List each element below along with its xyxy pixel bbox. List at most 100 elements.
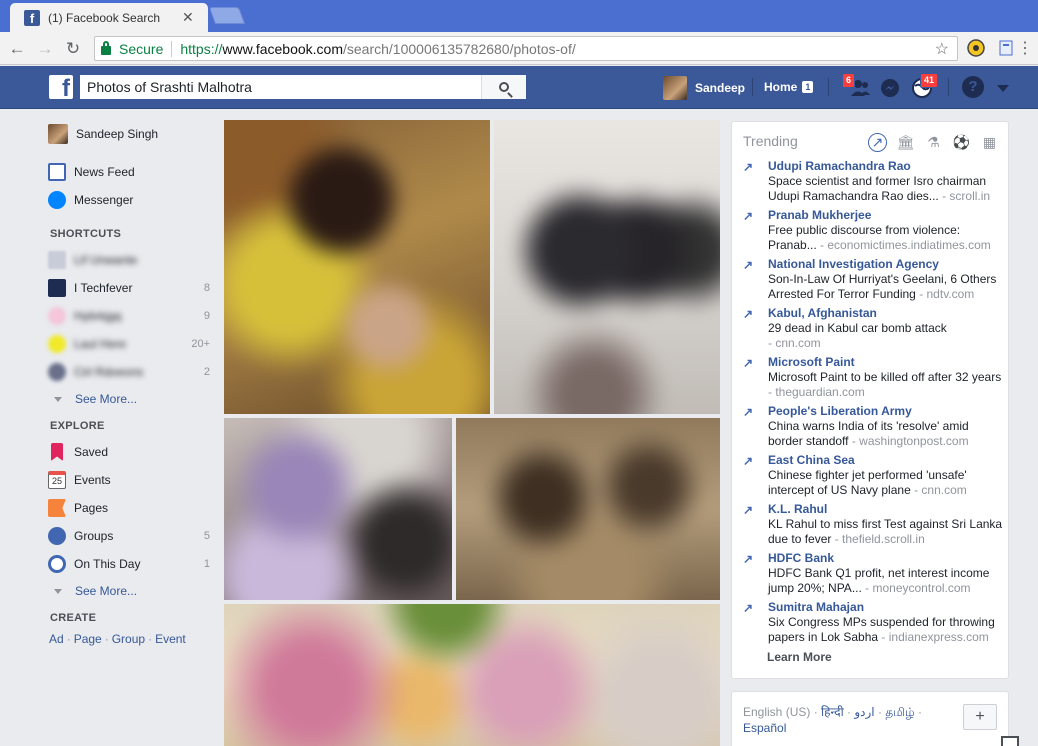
facebook-logo-icon[interactable]: f (49, 75, 73, 99)
trending-topic[interactable]: K.L. Rahul (768, 502, 827, 516)
forward-arrow-icon[interactable]: → (34, 38, 56, 60)
menu-dots-icon[interactable]: ⋮ (1014, 38, 1036, 60)
shortcut-item[interactable]: I Techfever 8 (48, 277, 210, 299)
shortcut-count: 8 (203, 282, 210, 294)
sidebar-item-on-this-day[interactable]: On This Day 1 (48, 553, 210, 575)
help-icon[interactable]: ? (962, 76, 984, 98)
trending-topic[interactable]: Udupi Ramachandra Rao (768, 159, 911, 173)
search-button[interactable] (481, 75, 526, 99)
shortcut-label: I Techfever (74, 281, 133, 295)
bookmark-star-icon[interactable]: ☆ (935, 39, 949, 59)
sidebar-item-label: Messenger (74, 193, 134, 207)
messenger-icon[interactable] (878, 76, 902, 100)
extension-icon[interactable] (966, 38, 986, 58)
avatar (663, 76, 687, 100)
trending-source: - thefield.scroll.in (831, 532, 925, 546)
secure-indicator[interactable]: Secure (95, 41, 163, 57)
sidebar-item-events[interactable]: 25 Events (48, 469, 210, 491)
photo-result[interactable] (494, 120, 720, 414)
shortcut-item[interactable]: Hybrkjgq 9 (48, 305, 210, 327)
trending-arrow-icon: ↗ (743, 601, 754, 615)
trending-category-tabs: ↗ 🏛 ⚗ ⚽ ▦ (868, 133, 999, 152)
profile-name: Sandeep (695, 81, 746, 95)
photo-result[interactable] (224, 604, 720, 746)
shortcut-label: Lif Unwante (74, 253, 138, 267)
separator-dot: · (810, 705, 822, 719)
photo-result[interactable] (224, 418, 452, 600)
reload-icon[interactable]: ↻ (62, 38, 84, 60)
sidebar-item-pages[interactable]: Pages (48, 497, 210, 519)
photo-result[interactable] (224, 120, 490, 414)
create-event-link[interactable]: Event (155, 632, 186, 646)
notifications-globe-icon[interactable]: 41 (910, 73, 939, 100)
language-link-tamil[interactable]: தமிழ் (885, 705, 914, 719)
sidebar-item-news-feed[interactable]: News Feed (48, 161, 210, 183)
trending-topic[interactable]: National Investigation Agency (768, 257, 939, 271)
sidebar-item-saved[interactable]: Saved (48, 441, 210, 463)
profile-link[interactable]: Sandeep (663, 76, 745, 100)
trending-topic[interactable]: Microsoft Paint (768, 355, 855, 369)
sidebar-item-groups[interactable]: Groups 5 (48, 525, 210, 547)
new-tab-button[interactable] (208, 7, 246, 24)
avatar (48, 124, 68, 144)
sports-ball-icon[interactable]: ⚽ (952, 133, 971, 152)
see-more-label: See More... (75, 392, 138, 406)
entertainment-film-icon[interactable]: ▦ (980, 133, 999, 152)
address-bar[interactable]: Secure https://www.facebook.com/search/1… (94, 36, 958, 61)
browser-tab[interactable]: f (1) Facebook Search ✕ (10, 3, 208, 32)
trending-topic[interactable]: East China Sea (768, 453, 855, 467)
nav-divider (828, 78, 829, 96)
trending-top-icon[interactable]: ↗ (868, 133, 887, 152)
trending-description: Space scientist and former Isro chairman… (768, 174, 1004, 204)
trending-arrow-icon: ↗ (743, 552, 754, 566)
left-profile-link[interactable]: Sandeep Singh (48, 123, 210, 145)
language-link-hindi[interactable]: हिन्दी (821, 705, 844, 719)
trending-source: - washingtonpost.com (848, 434, 969, 448)
create-page-link[interactable]: Page (74, 632, 102, 646)
trending-card: Trending ↗ 🏛 ⚗ ⚽ ▦ ↗ Udupi Ramachandra R… (731, 121, 1009, 679)
trending-description: 29 dead in Kabul car bomb attack - cnn.c… (768, 321, 1004, 351)
see-more-shortcuts[interactable]: See More... (54, 392, 137, 406)
sidebar-item-label: Saved (74, 445, 109, 459)
chat-icon[interactable] (1001, 736, 1019, 746)
url-text[interactable]: https://www.facebook.com/search/10000613… (180, 41, 575, 57)
science-flask-icon[interactable]: ⚗ (924, 133, 943, 152)
create-group-link[interactable]: Group (112, 632, 145, 646)
home-link[interactable]: Home 1 (764, 80, 814, 94)
more-languages-button[interactable]: + (963, 704, 997, 730)
shortcut-item[interactable]: Lif Unwante (48, 249, 210, 271)
trending-description: KL Rahul to miss first Test against Sri … (768, 517, 1004, 547)
browser-tab-bar: f (1) Facebook Search ✕ (0, 0, 1038, 32)
back-arrow-icon[interactable]: ← (6, 38, 28, 60)
language-link-spanish[interactable]: Español (743, 721, 786, 735)
flag-icon (48, 499, 66, 517)
trending-topic[interactable]: HDFC Bank (768, 551, 834, 565)
trending-source: - ndtv.com (915, 287, 975, 301)
trending-topic[interactable]: Pranab Mukherjee (768, 208, 871, 222)
shortcut-item[interactable]: Cirl Rdoeons 2 (48, 361, 210, 383)
shortcut-item[interactable]: Laul Here 20+ (48, 333, 210, 355)
see-more-explore[interactable]: See More... (54, 584, 137, 598)
trending-topic[interactable]: Sumitra Mahajan (768, 600, 864, 614)
trending-topic[interactable]: People's Liberation Army (768, 404, 912, 418)
trending-arrow-icon: ↗ (743, 356, 754, 370)
photo-result[interactable] (456, 418, 720, 600)
extension-icon-2[interactable] (996, 38, 1016, 58)
politics-icon[interactable]: 🏛 (896, 133, 915, 152)
trending-topic[interactable]: Kabul, Afghanistan (768, 306, 877, 320)
language-link-urdu[interactable]: اردو (854, 705, 874, 719)
search-input[interactable] (80, 75, 481, 99)
shortcut-count: 9 (203, 310, 210, 322)
secure-label: Secure (119, 40, 164, 57)
friend-requests-icon[interactable]: 6 (842, 73, 872, 100)
url-path: /search/100006135782680/photos-of/ (343, 40, 576, 57)
learn-more-link[interactable]: Learn More (767, 650, 832, 664)
account-menu-caret-icon[interactable] (997, 85, 1009, 92)
shortcut-icon (48, 251, 66, 269)
groups-icon (48, 527, 66, 545)
create-ad-link[interactable]: Ad (49, 632, 64, 646)
sidebar-item-messenger[interactable]: Messenger (48, 189, 210, 211)
trending-description: Microsoft Paint to be killed off after 3… (768, 370, 1004, 400)
tab-close-icon[interactable]: ✕ (182, 9, 198, 26)
see-more-label: See More... (75, 584, 138, 598)
